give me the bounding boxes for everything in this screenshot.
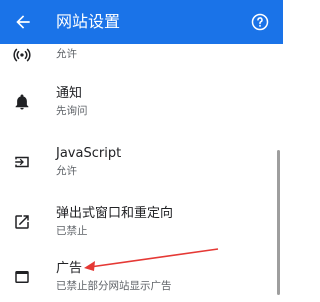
setting-row-sensors[interactable]: 允许	[0, 44, 276, 68]
setting-label: 弹出式窗口和重定向	[56, 206, 174, 221]
setting-label: 通知	[56, 86, 83, 101]
setting-value: 已禁止部分网站显示广告	[56, 280, 172, 292]
setting-value: 允许	[56, 48, 77, 60]
setting-label: 广告	[56, 261, 83, 276]
page-title: 网站设置	[56, 12, 121, 31]
setting-value: 允许	[56, 165, 77, 177]
open-in-new-icon	[13, 213, 31, 231]
web-window-icon	[13, 268, 31, 286]
setting-label: JavaScript	[56, 146, 122, 161]
javascript-icon	[13, 153, 31, 171]
setting-row-notifications[interactable]: 通知 先询问	[0, 82, 276, 122]
arrow-back-icon[interactable]	[12, 11, 34, 33]
setting-row-popups[interactable]: 弹出式窗口和重定向 已禁止	[0, 202, 276, 242]
setting-row-javascript[interactable]: JavaScript 允许	[0, 142, 276, 182]
help-icon[interactable]	[249, 11, 271, 33]
notification-bell-icon	[13, 93, 31, 111]
setting-row-ads[interactable]: 广告 已禁止部分网站显示广告	[0, 258, 276, 298]
site-settings-screen: 网站设置 允许 通知 先询问 JavaScript 允许 弹出式窗口和重定向 已…	[0, 0, 283, 302]
sensors-icon	[13, 46, 31, 64]
app-bar: 网站设置	[0, 0, 283, 44]
setting-value: 先询问	[56, 105, 88, 117]
setting-value: 已禁止	[56, 225, 88, 237]
scrollbar[interactable]	[277, 150, 280, 295]
settings-list: 允许 通知 先询问 JavaScript 允许 弹出式窗口和重定向 已禁止 广告…	[0, 44, 283, 302]
